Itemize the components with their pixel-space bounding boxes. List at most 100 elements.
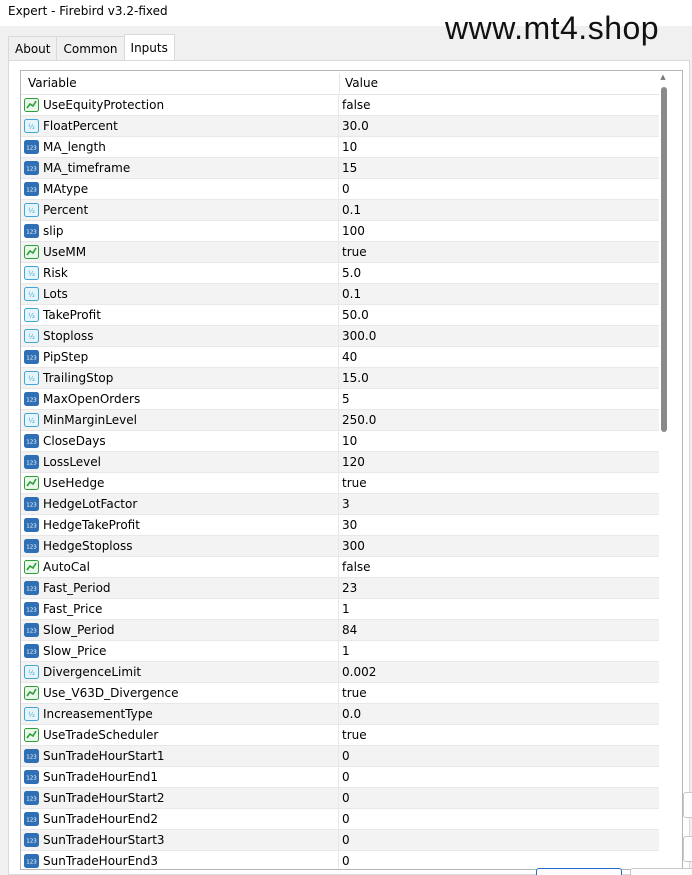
input-row[interactable]: UseHedge true (21, 473, 659, 494)
column-divider[interactable] (339, 73, 340, 93)
vertical-scrollbar[interactable]: ▲ (659, 71, 682, 869)
input-row[interactable]: 123 Fast_Period 23 (21, 578, 659, 599)
input-row[interactable]: 123 MaxOpenOrders 5 (21, 389, 659, 410)
input-row[interactable]: 123 CloseDays 10 (21, 431, 659, 452)
side-button-upper[interactable] (683, 792, 692, 818)
variable-cell: ½ Risk (21, 263, 339, 284)
value-cell[interactable]: 0 (342, 833, 350, 847)
value-cell[interactable]: 250.0 (342, 413, 376, 427)
tab-inputs[interactable]: Inputs (123, 34, 175, 60)
input-row[interactable]: 123 Fast_Price 1 (21, 599, 659, 620)
input-row[interactable]: 123 SunTradeHourStart1 0 (21, 746, 659, 767)
variable-cell: UseEquityProtection (21, 95, 339, 116)
variable-name: Slow_Price (43, 644, 107, 658)
value-cell[interactable]: true (342, 686, 367, 700)
value-cell[interactable]: 10 (342, 140, 357, 154)
value-cell[interactable]: 0 (342, 770, 350, 784)
input-row[interactable]: Use_V63D_Divergence true (21, 683, 659, 704)
variable-cell: 123 Slow_Period (21, 620, 339, 641)
watermark: www.mt4.shop (445, 10, 660, 46)
input-row[interactable]: 123 MA_timeframe 15 (21, 158, 659, 179)
input-row[interactable]: 123 MA_length 10 (21, 137, 659, 158)
input-row[interactable]: ½ MinMarginLevel 250.0 (21, 410, 659, 431)
svg-text:123: 123 (26, 608, 37, 614)
variable-name: HedgeLotFactor (43, 497, 138, 511)
value-cell[interactable]: true (342, 476, 367, 490)
value-cell[interactable]: 100 (342, 224, 365, 238)
side-button-lower[interactable] (683, 836, 692, 862)
input-row[interactable]: UseMM true (21, 242, 659, 263)
value-cell[interactable]: false (342, 98, 371, 112)
cancel-button[interactable] (630, 868, 692, 875)
value-cell[interactable]: 40 (342, 350, 357, 364)
input-row[interactable]: ½ IncreasementType 0.0 (21, 704, 659, 725)
value-cell[interactable]: 0.002 (342, 665, 376, 679)
input-row[interactable]: ½ DivergenceLimit 0.002 (21, 662, 659, 683)
input-row[interactable]: 123 LossLevel 120 (21, 452, 659, 473)
input-row[interactable]: ½ Stoploss 300.0 (21, 326, 659, 347)
value-cell[interactable]: 5.0 (342, 266, 361, 280)
value-cell[interactable]: 3 (342, 497, 350, 511)
value-cell[interactable]: 0 (342, 182, 350, 196)
input-row[interactable]: ½ TakeProfit 50.0 (21, 305, 659, 326)
value-cell[interactable]: 0 (342, 749, 350, 763)
tab-common[interactable]: Common (56, 36, 125, 60)
input-row[interactable]: ½ Percent 0.1 (21, 200, 659, 221)
value-cell[interactable]: 0 (342, 812, 350, 826)
value-cell[interactable]: 0.0 (342, 707, 361, 721)
value-cell[interactable]: 84 (342, 623, 357, 637)
input-row[interactable]: ½ FloatPercent 30.0 (21, 116, 659, 137)
input-row[interactable]: UseTradeScheduler true (21, 725, 659, 746)
value-cell[interactable]: 0 (342, 854, 350, 868)
svg-text:½: ½ (28, 417, 35, 425)
column-header-variable[interactable]: Variable (28, 76, 77, 90)
input-row[interactable]: 123 HedgeStoploss 300 (21, 536, 659, 557)
input-row[interactable]: 123 Slow_Price 1 (21, 641, 659, 662)
input-row[interactable]: 123 SunTradeHourEnd2 0 (21, 809, 659, 830)
value-cell[interactable]: 0.1 (342, 287, 361, 301)
input-row[interactable]: AutoCal false (21, 557, 659, 578)
input-row[interactable]: 123 HedgeLotFactor 3 (21, 494, 659, 515)
tab-about[interactable]: About (8, 36, 58, 60)
value-cell[interactable]: 30.0 (342, 119, 369, 133)
value-cell[interactable]: 10 (342, 434, 357, 448)
input-row[interactable]: 123 SunTradeHourEnd1 0 (21, 767, 659, 788)
value-cell[interactable]: 1 (342, 602, 350, 616)
variable-cell: ½ DivergenceLimit (21, 662, 339, 683)
value-cell[interactable]: 0.1 (342, 203, 361, 217)
value-cell[interactable]: 120 (342, 455, 365, 469)
int-icon: 123 (24, 182, 39, 196)
input-row[interactable]: 123 HedgeTakeProfit 30 (21, 515, 659, 536)
input-row[interactable]: 123 MAtype 0 (21, 179, 659, 200)
value-cell[interactable]: 1 (342, 644, 350, 658)
value-cell[interactable]: 0 (342, 791, 350, 805)
column-header-value[interactable]: Value (345, 76, 378, 90)
value-cell[interactable]: true (342, 245, 367, 259)
value-cell[interactable]: 15 (342, 161, 357, 175)
ok-button[interactable] (536, 868, 622, 875)
value-cell[interactable]: 23 (342, 581, 357, 595)
input-row[interactable]: 123 Slow_Period 84 (21, 620, 659, 641)
value-cell[interactable]: 15.0 (342, 371, 369, 385)
svg-text:123: 123 (26, 755, 37, 761)
svg-text:123: 123 (26, 356, 37, 362)
input-row[interactable]: 123 slip 100 (21, 221, 659, 242)
scroll-up-arrow-icon[interactable]: ▲ (659, 73, 667, 81)
value-cell[interactable]: 300 (342, 539, 365, 553)
input-row[interactable]: ½ TrailingStop 15.0 (21, 368, 659, 389)
input-row[interactable]: 123 SunTradeHourStart2 0 (21, 788, 659, 809)
input-row[interactable]: 123 SunTradeHourStart3 0 (21, 830, 659, 851)
value-cell[interactable]: 30 (342, 518, 357, 532)
input-row[interactable]: 123 PipStep 40 (21, 347, 659, 368)
input-row[interactable]: UseEquityProtection false (21, 95, 659, 116)
variable-name: MA_length (43, 140, 106, 154)
value-cell[interactable]: true (342, 728, 367, 742)
value-cell[interactable]: 300.0 (342, 329, 376, 343)
value-cell[interactable]: 5 (342, 392, 350, 406)
input-row[interactable]: ½ Lots 0.1 (21, 284, 659, 305)
variable-cell: 123 SunTradeHourStart3 (21, 830, 339, 851)
scroll-thumb[interactable] (661, 87, 667, 432)
input-row[interactable]: ½ Risk 5.0 (21, 263, 659, 284)
value-cell[interactable]: false (342, 560, 371, 574)
value-cell[interactable]: 50.0 (342, 308, 369, 322)
